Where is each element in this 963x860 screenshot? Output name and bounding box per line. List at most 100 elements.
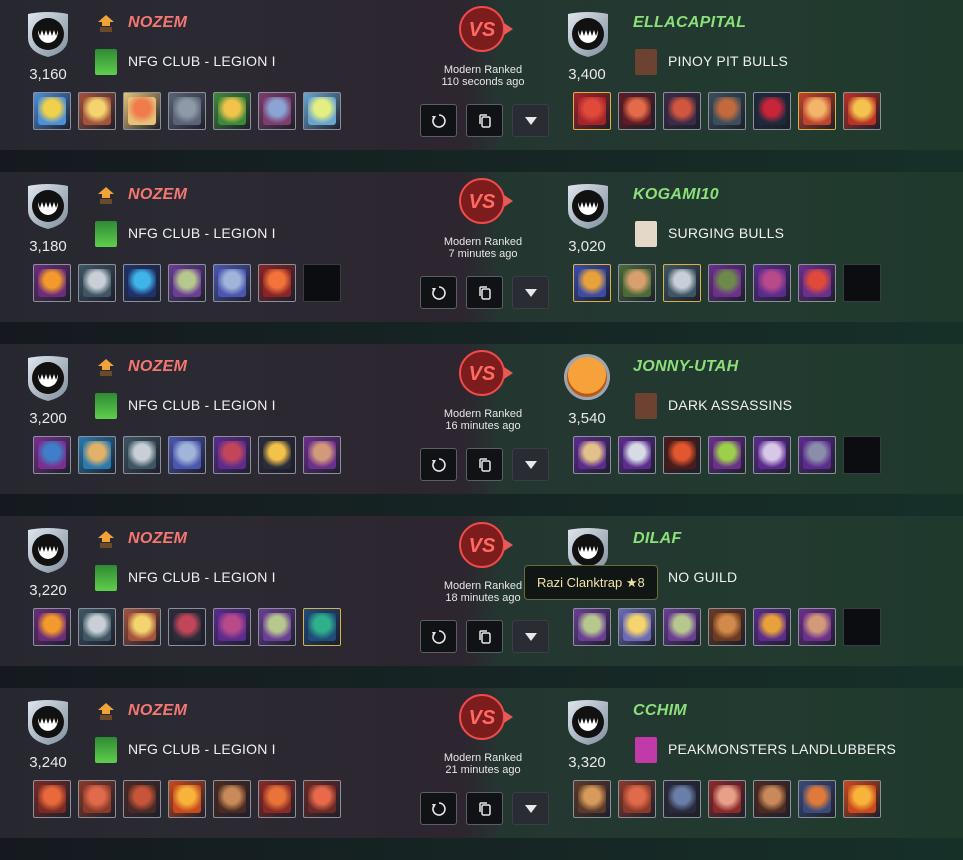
monster-card[interactable] — [303, 780, 341, 818]
monster-card[interactable] — [168, 608, 206, 646]
player-name-link[interactable]: CCHIM — [633, 702, 687, 720]
rank-badge-icon[interactable] — [564, 698, 612, 746]
player-name-link[interactable]: NOZEM — [128, 530, 187, 548]
player-name-link[interactable]: NOZEM — [128, 702, 187, 720]
monster-card[interactable] — [258, 780, 296, 818]
monster-card[interactable] — [618, 608, 656, 646]
monster-card[interactable] — [123, 92, 161, 130]
monster-card[interactable] — [258, 436, 296, 474]
player-name-link[interactable]: KOGAMI10 — [633, 186, 719, 204]
monster-card[interactable] — [258, 608, 296, 646]
monster-card[interactable] — [708, 780, 746, 818]
monster-card[interactable] — [33, 780, 71, 818]
empty-card-slot[interactable] — [843, 264, 881, 302]
monster-card[interactable] — [708, 92, 746, 130]
expand-details-button[interactable] — [512, 792, 549, 825]
monster-card[interactable] — [213, 608, 251, 646]
monster-card[interactable] — [843, 780, 881, 818]
player-name-link[interactable]: DILAF — [633, 530, 682, 548]
copy-team-button[interactable] — [466, 792, 503, 825]
guild-name-link[interactable]: PINOY PIT BULLS — [668, 53, 788, 69]
guild-name-link[interactable]: NO GUILD — [668, 569, 737, 585]
monster-card[interactable] — [843, 92, 881, 130]
monster-card[interactable] — [573, 436, 611, 474]
monster-card[interactable] — [618, 780, 656, 818]
expand-details-button[interactable] — [512, 448, 549, 481]
expand-details-button[interactable] — [512, 104, 549, 137]
copy-team-button[interactable] — [466, 104, 503, 137]
rank-badge-icon[interactable] — [24, 698, 72, 746]
monster-card[interactable] — [753, 608, 791, 646]
guild-name-link[interactable]: NFG CLUB - LEGION I — [128, 225, 276, 241]
monster-card[interactable] — [618, 92, 656, 130]
monster-card[interactable] — [258, 264, 296, 302]
replay-button[interactable] — [420, 792, 457, 825]
monster-card[interactable] — [123, 436, 161, 474]
monster-card[interactable] — [78, 436, 116, 474]
monster-card[interactable] — [213, 780, 251, 818]
monster-card[interactable] — [753, 436, 791, 474]
monster-card[interactable] — [33, 436, 71, 474]
monster-card[interactable] — [573, 264, 611, 302]
replay-button[interactable] — [420, 276, 457, 309]
monster-card[interactable] — [303, 92, 341, 130]
monster-card[interactable] — [798, 264, 836, 302]
monster-card[interactable] — [573, 780, 611, 818]
player-name-link[interactable]: NOZEM — [128, 358, 187, 376]
player-name-link[interactable]: NOZEM — [128, 186, 187, 204]
copy-team-button[interactable] — [466, 448, 503, 481]
monster-card[interactable] — [303, 608, 341, 646]
monster-card[interactable] — [618, 264, 656, 302]
player-name-link[interactable]: JONNY-UTAH — [633, 358, 739, 376]
monster-card[interactable] — [663, 92, 701, 130]
monster-card[interactable] — [78, 608, 116, 646]
rank-badge-icon[interactable] — [24, 10, 72, 58]
monster-card[interactable] — [663, 264, 701, 302]
monster-card[interactable] — [168, 264, 206, 302]
monster-card[interactable] — [33, 608, 71, 646]
rank-badge-icon[interactable] — [564, 10, 612, 58]
replay-button[interactable] — [420, 448, 457, 481]
monster-card[interactable] — [33, 264, 71, 302]
expand-details-button[interactable] — [512, 620, 549, 653]
monster-card[interactable] — [708, 436, 746, 474]
monster-card[interactable] — [663, 780, 701, 818]
monster-card[interactable] — [123, 608, 161, 646]
monster-card[interactable] — [798, 608, 836, 646]
guild-name-link[interactable]: SURGING BULLS — [668, 225, 784, 241]
guild-name-link[interactable]: NFG CLUB - LEGION I — [128, 53, 276, 69]
replay-button[interactable] — [420, 620, 457, 653]
rank-badge-icon[interactable] — [24, 526, 72, 574]
rank-badge-icon[interactable] — [564, 354, 612, 402]
monster-card[interactable] — [663, 436, 701, 474]
monster-card[interactable] — [798, 436, 836, 474]
monster-card[interactable] — [708, 264, 746, 302]
monster-card[interactable] — [753, 92, 791, 130]
monster-card[interactable] — [303, 436, 341, 474]
rank-badge-icon[interactable] — [564, 182, 612, 230]
guild-name-link[interactable]: NFG CLUB - LEGION I — [128, 397, 276, 413]
replay-button[interactable] — [420, 104, 457, 137]
copy-team-button[interactable] — [466, 620, 503, 653]
monster-card[interactable] — [213, 264, 251, 302]
player-name-link[interactable]: NOZEM — [128, 14, 187, 32]
monster-card[interactable] — [78, 264, 116, 302]
monster-card[interactable] — [78, 92, 116, 130]
rank-badge-icon[interactable] — [24, 182, 72, 230]
monster-card[interactable] — [663, 608, 701, 646]
monster-card[interactable] — [123, 780, 161, 818]
monster-card[interactable] — [168, 436, 206, 474]
empty-card-slot[interactable] — [843, 436, 881, 474]
monster-card[interactable] — [618, 436, 656, 474]
copy-team-button[interactable] — [466, 276, 503, 309]
monster-card[interactable] — [753, 780, 791, 818]
guild-name-link[interactable]: PEAKMONSTERS LANDLUBBERS — [668, 741, 896, 757]
expand-details-button[interactable] — [512, 276, 549, 309]
monster-card[interactable] — [573, 92, 611, 130]
monster-card[interactable] — [798, 780, 836, 818]
monster-card[interactable] — [168, 780, 206, 818]
monster-card[interactable] — [123, 264, 161, 302]
monster-card[interactable] — [168, 92, 206, 130]
monster-card[interactable] — [33, 92, 71, 130]
guild-name-link[interactable]: NFG CLUB - LEGION I — [128, 741, 276, 757]
